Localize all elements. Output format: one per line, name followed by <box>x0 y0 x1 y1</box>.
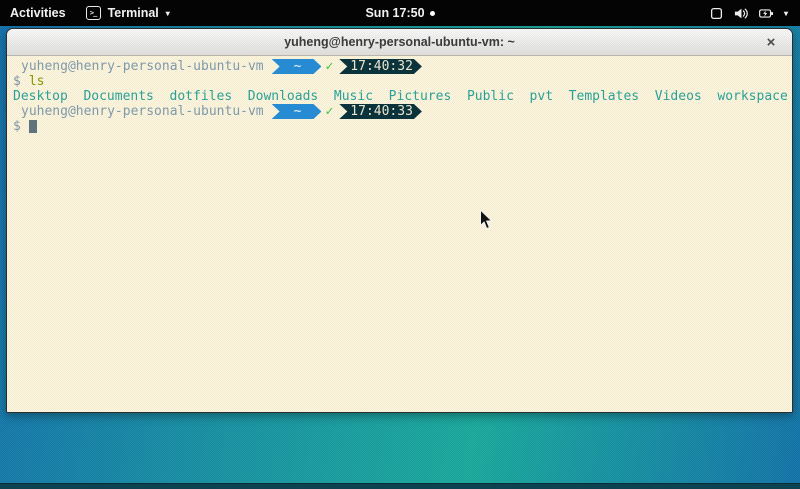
desktop-background: yuheng@henry-personal-ubuntu-vm: ~ × yuh… <box>0 26 800 489</box>
prompt-line: yuheng@henry-personal-ubuntu-vm ~ ✓ 17:4… <box>11 104 790 119</box>
directory-item: workspace <box>717 89 787 104</box>
close-button[interactable]: × <box>758 29 784 55</box>
clock-button[interactable]: Sun 17:50 <box>355 0 444 26</box>
prompt-path-segment: ~ <box>272 104 322 119</box>
directory-item: pvt <box>530 89 553 104</box>
directory-item: Templates <box>569 89 639 104</box>
command-text: ls <box>29 74 45 89</box>
command-line: $ <box>11 119 790 134</box>
top-bar-left: Activities >_ Terminal ▾ <box>0 0 180 26</box>
terminal-window: yuheng@henry-personal-ubuntu-vm: ~ × yuh… <box>6 28 793 413</box>
prompt-line: yuheng@henry-personal-ubuntu-vm ~ ✓ 17:4… <box>11 59 790 74</box>
prompt-user-host: yuheng@henry-personal-ubuntu-vm <box>21 59 272 74</box>
check-icon: ✓ <box>325 104 333 119</box>
clock-label: Sun 17:50 <box>365 6 424 20</box>
prompt-time: 17:40:32 <box>350 59 413 74</box>
terminal-body[interactable]: yuheng@henry-personal-ubuntu-vm ~ ✓ 17:4… <box>7 56 792 412</box>
directory-item: Documents <box>83 89 153 104</box>
prompt-time: 17:40:33 <box>350 104 413 119</box>
app-menu-label: Terminal <box>108 6 159 20</box>
directory-item: Public <box>467 89 514 104</box>
prompt-char: $ <box>13 119 21 134</box>
window-titlebar[interactable]: yuheng@henry-personal-ubuntu-vm: ~ × <box>7 29 792 56</box>
window-title: yuheng@henry-personal-ubuntu-vm: ~ <box>284 35 515 49</box>
prompt-path-segment: ~ <box>272 59 322 74</box>
top-bar: Activities >_ Terminal ▾ Sun 17:50 <box>0 0 800 26</box>
prompt-time-segment: 17:40:32 <box>339 59 422 74</box>
ls-output: Desktop Documents dotfiles Downloads Mus… <box>11 89 790 104</box>
battery-icon <box>758 6 775 21</box>
volume-icon <box>733 6 749 21</box>
terminal-icon: >_ <box>86 6 101 20</box>
directory-item: Desktop <box>13 89 68 104</box>
app-menu-button[interactable]: >_ Terminal ▾ <box>76 0 180 26</box>
directory-item: dotfiles <box>170 89 233 104</box>
directory-item: Music <box>334 89 373 104</box>
command-line: $ ls <box>11 74 790 89</box>
desktop-bottom-strip <box>0 483 800 489</box>
directory-item: Downloads <box>248 89 318 104</box>
chevron-down-icon: ▾ <box>784 10 788 18</box>
top-bar-right: ▾ <box>697 0 800 26</box>
prompt-time-segment: 17:40:33 <box>339 104 422 119</box>
directory-item: Videos <box>655 89 702 104</box>
notification-dot-icon <box>430 11 435 16</box>
terminal-cursor <box>29 120 37 133</box>
directory-item: Pictures <box>389 89 452 104</box>
prompt-char: $ <box>13 74 21 89</box>
check-icon: ✓ <box>325 59 333 74</box>
prompt-path: ~ <box>294 59 302 74</box>
activities-button[interactable]: Activities <box>0 0 76 26</box>
chevron-down-icon: ▾ <box>166 10 170 18</box>
prompt-path: ~ <box>294 104 302 119</box>
prompt-user-host: yuheng@henry-personal-ubuntu-vm <box>21 104 272 119</box>
screen: Activities >_ Terminal ▾ Sun 17:50 <box>0 0 800 489</box>
screen-icon <box>709 6 724 21</box>
system-menu-button[interactable]: ▾ <box>697 0 800 26</box>
